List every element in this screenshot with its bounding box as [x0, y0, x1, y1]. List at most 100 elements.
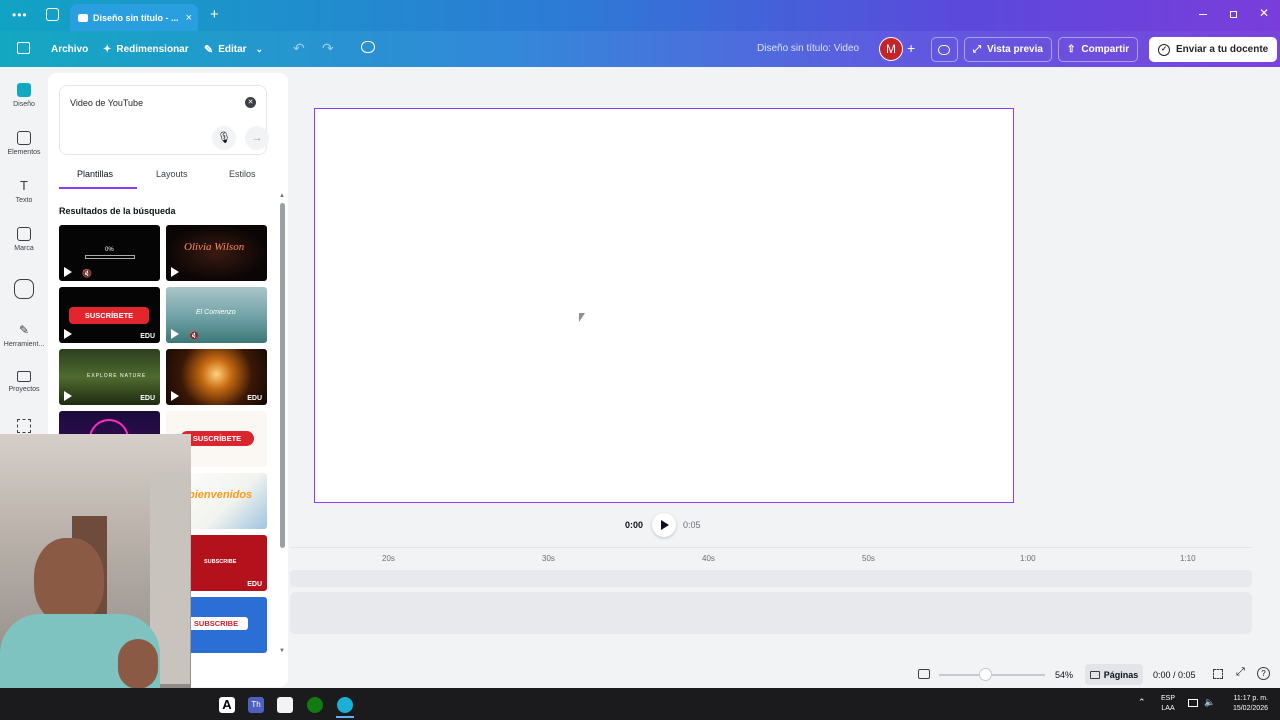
tab-layouts[interactable]: Layouts	[156, 169, 188, 179]
store-icon[interactable]	[277, 697, 293, 713]
thumb-label: SUSCRÍBETE	[192, 434, 242, 443]
redimensionar-button[interactable]: ✦ Redimensionar	[103, 31, 189, 67]
rail-item-herramientas[interactable]: ✎ Herramient...	[0, 323, 48, 348]
archivo-button[interactable]: Archivo	[51, 31, 88, 67]
play-icon	[171, 267, 179, 277]
mute-icon: 🔇	[82, 269, 92, 278]
results-heading: Resultados de la búsqueda	[59, 206, 176, 216]
timeline-track-audio[interactable]	[290, 570, 1252, 587]
timeline-tick: 30s	[542, 554, 555, 563]
microphone-icon[interactable]: 🎙	[212, 126, 236, 150]
sparkle-icon: ✦	[103, 43, 112, 55]
undo-icon[interactable]: ↶	[293, 40, 305, 57]
notes-icon[interactable]	[918, 669, 930, 679]
tab-estilos[interactable]: Estilos	[229, 169, 256, 179]
rail-item-texto[interactable]: T Texto	[0, 179, 48, 205]
enviar-docente-button[interactable]: ✓ Enviar a tu docente	[1149, 37, 1278, 62]
battery-icon[interactable]	[1188, 699, 1198, 707]
template-thumb[interactable]: El Comienzo 🔇	[166, 287, 267, 343]
template-thumb[interactable]: 0% 🔇	[59, 225, 160, 281]
comment-icon	[938, 44, 950, 55]
template-thumb[interactable]: EXPLORE NATURE EDU	[59, 349, 160, 405]
search-box[interactable]: Video de YouTube ✕ 🎙 →	[59, 85, 269, 155]
avatar[interactable]: M	[879, 37, 903, 61]
tray-chevron-icon[interactable]: ⌃	[1138, 697, 1146, 708]
volume-icon[interactable]: 🔈	[1204, 697, 1215, 708]
scroll-down-icon[interactable]: ▼	[279, 648, 285, 654]
canva-video-icon	[78, 13, 88, 22]
zoom-slider-track[interactable]	[939, 674, 1045, 676]
font-app-icon[interactable]: A	[219, 697, 235, 713]
panel-scrollbar[interactable]	[280, 203, 285, 548]
fullscreen-icon[interactable]: ⤢	[1236, 666, 1245, 679]
close-tab-icon[interactable]: ×	[186, 12, 192, 24]
clear-search-icon[interactable]: ✕	[245, 97, 256, 108]
elements-icon	[17, 131, 31, 145]
compartir-button[interactable]: ⇧ Compartir	[1058, 37, 1139, 62]
duration: 0:05	[683, 520, 701, 530]
cloud-upload-icon	[14, 279, 34, 299]
language-indicator[interactable]: ESP LAA	[1161, 694, 1175, 714]
canva-app-icon[interactable]	[337, 697, 353, 713]
document-title[interactable]: Diseño sin título: Video	[757, 43, 859, 54]
check-circle-icon: ✓	[1158, 43, 1170, 56]
help-icon[interactable]: ?	[1257, 667, 1270, 680]
brand-icon	[17, 227, 31, 241]
rail-item-uploads[interactable]	[0, 279, 48, 303]
webcam-overlay	[0, 434, 191, 688]
timeline-tick: 20s	[382, 554, 395, 563]
redo-icon[interactable]: ↷	[322, 40, 334, 57]
rail-item-elementos[interactable]: Elementos	[0, 131, 48, 156]
progress-bar	[85, 255, 135, 259]
browser-tab[interactable]: Diseño sin título - ... ×	[70, 4, 198, 31]
maximize-icon[interactable]	[1230, 11, 1237, 18]
search-input[interactable]: Video de YouTube	[70, 98, 143, 108]
sidebar-toggle-icon[interactable]	[17, 42, 30, 54]
add-collaborator-icon[interactable]: +	[907, 40, 915, 56]
paginas-label: Páginas	[1103, 669, 1139, 680]
editar-button[interactable]: ✎ Editar ⌄	[204, 31, 263, 67]
compartir-label: Compartir	[1081, 44, 1130, 55]
rail-item-diseno[interactable]: Diseño	[0, 83, 48, 108]
edu-badge: EDU	[140, 333, 155, 340]
teams-icon[interactable]: Th	[248, 697, 264, 713]
timeline-ruler-line	[290, 547, 1252, 548]
template-thumb[interactable]: Olivia Wilson	[166, 225, 267, 281]
cloud-save-icon[interactable]	[361, 41, 375, 53]
edu-badge: EDU	[247, 581, 262, 588]
subscribe-badge: SUSCRÍBETE	[69, 307, 149, 324]
close-window-icon[interactable]: ✕	[1259, 6, 1269, 20]
home-icon[interactable]	[46, 8, 59, 21]
mute-icon: 🔇	[189, 331, 199, 340]
comment-button[interactable]	[931, 37, 958, 62]
arrow-right-icon[interactable]: →	[245, 126, 269, 150]
grid-view-icon[interactable]	[1213, 669, 1223, 679]
timeline-track-video[interactable]	[290, 592, 1252, 634]
windows-taskbar: A Th ⌃ ESP LAA 🔈 11:17 p. m. 15/02/2026	[0, 688, 1280, 720]
play-button[interactable]	[652, 513, 676, 537]
rail-item-marca[interactable]: Marca	[0, 227, 48, 252]
tab-plantillas[interactable]: Plantillas	[77, 169, 113, 179]
zoom-slider-knob[interactable]	[978, 668, 992, 681]
minimize-icon[interactable]	[1199, 14, 1207, 15]
rail-item-proyectos[interactable]: Proyectos	[0, 371, 48, 393]
editar-label: Editar	[218, 43, 247, 55]
vista-previa-button[interactable]: ⤢ Vista previa	[964, 37, 1052, 62]
paginas-button[interactable]: Páginas	[1085, 664, 1143, 685]
clock[interactable]: 11:17 p. m. 15/02/2026	[1223, 694, 1268, 714]
design-canvas[interactable]	[314, 108, 1014, 503]
xbox-icon[interactable]	[307, 697, 323, 713]
template-thumb[interactable]: SUSCRÍBETE EDU	[59, 287, 160, 343]
tools-icon: ✎	[18, 323, 30, 337]
mouse-cursor-icon	[579, 313, 585, 322]
scroll-up-icon[interactable]: ▲	[279, 193, 285, 199]
new-tab-button[interactable]: +	[210, 6, 219, 23]
more-icon[interactable]: •••	[12, 8, 28, 22]
play-icon	[64, 267, 72, 277]
zoom-level[interactable]: 54%	[1055, 670, 1073, 680]
rail-label: Elementos	[7, 149, 41, 156]
editor-toolbar: Archivo ✦ Redimensionar ✎ Editar ⌄ ↶ ↷ D…	[0, 31, 1280, 67]
template-thumb[interactable]: EDU	[166, 349, 267, 405]
design-icon	[17, 83, 31, 97]
vista-previa-label: Vista previa	[987, 44, 1043, 55]
